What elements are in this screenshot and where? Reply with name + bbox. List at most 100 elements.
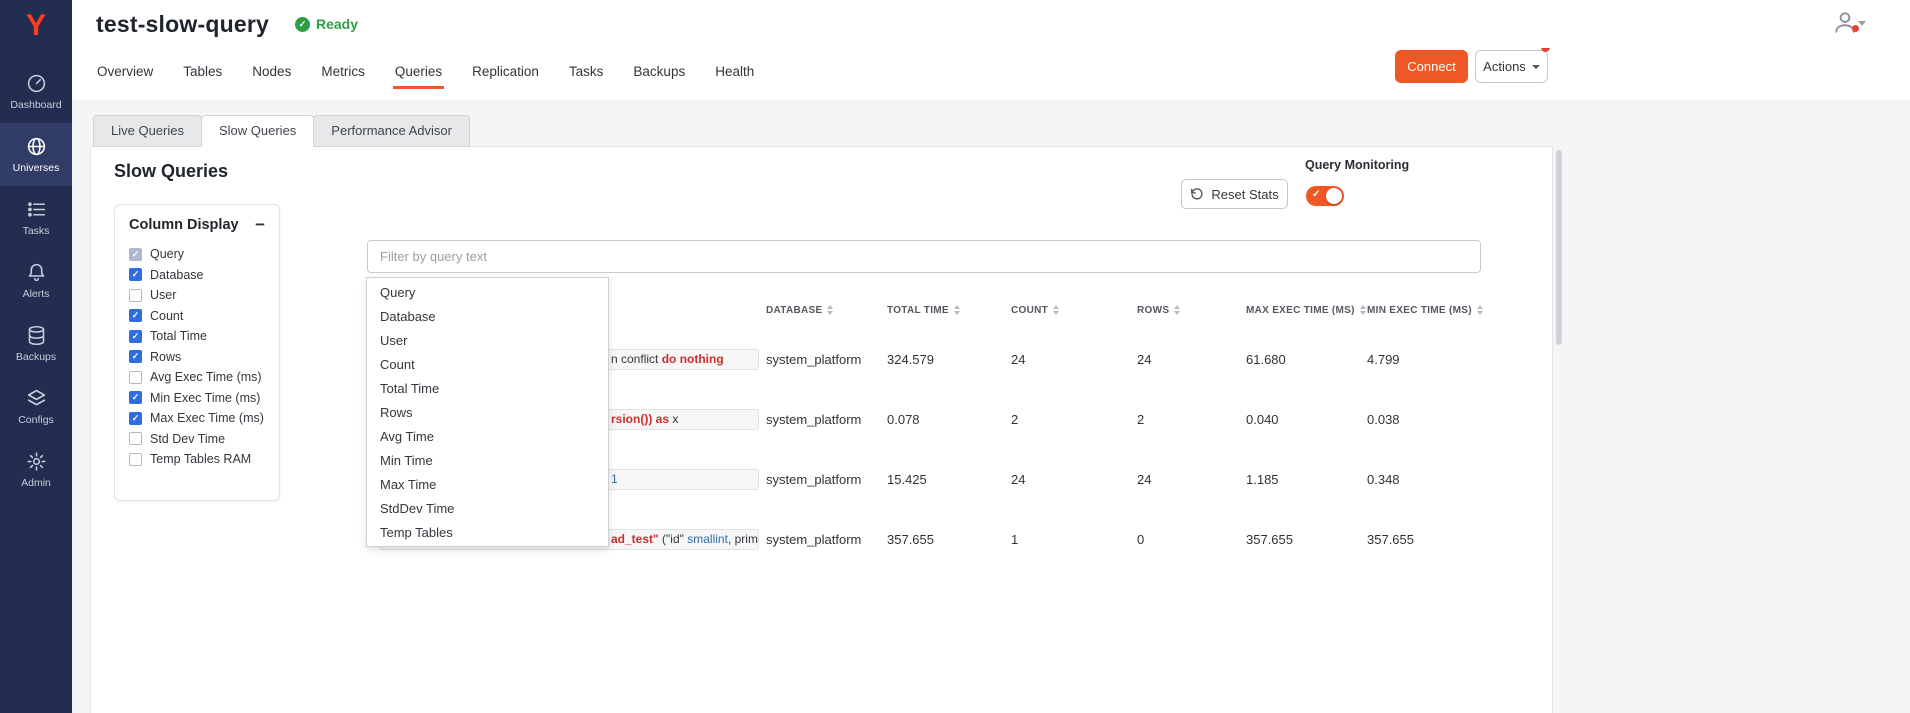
dropdown-option-stddev-time[interactable]: StdDev Time	[367, 497, 608, 521]
tab-replication[interactable]: Replication	[458, 48, 553, 100]
dropdown-option-database[interactable]: Database	[367, 305, 608, 329]
sidebar-item-dashboard[interactable]: Dashboard	[0, 60, 72, 123]
checkbox-icon: ✓	[129, 268, 142, 281]
rows-cell: 24	[1137, 472, 1246, 487]
max-exec-time-cell: 0.040	[1246, 412, 1367, 427]
checkbox-label: Temp Tables RAM	[150, 452, 251, 466]
sidebar-nav: Dashboard Universes Tasks Alerts Backups…	[0, 60, 72, 501]
column-display-card: Column Display − ✓ Query ✓ Database User…	[114, 204, 280, 501]
status-label: Ready	[316, 16, 358, 32]
query-monitoring-toggle[interactable]: ✓	[1306, 186, 1344, 206]
column-header-min-exec-time-ms[interactable]: MIN EXEC TIME (MS)	[1367, 305, 1481, 316]
sidebar-item-alerts[interactable]: Alerts	[0, 249, 72, 312]
column-checkbox-min-exec-time-ms[interactable]: ✓ Min Exec Time (ms)	[129, 388, 265, 409]
tasks-icon	[25, 198, 47, 220]
checkbox-label: Std Dev Time	[150, 432, 225, 446]
alerts-icon	[25, 261, 47, 283]
checkbox-icon: ✓	[129, 391, 142, 404]
column-checkbox-temp-tables-ram[interactable]: Temp Tables RAM	[129, 449, 265, 470]
min-exec-time-cell: 0.038	[1367, 412, 1481, 427]
rows-cell: 24	[1137, 352, 1246, 367]
column-header-total-time[interactable]: TOTAL TIME	[887, 305, 1011, 316]
sidebar-item-label: Configs	[18, 414, 54, 426]
column-checkbox-query[interactable]: ✓ Query	[129, 244, 265, 265]
column-checkbox-count[interactable]: ✓ Count	[129, 306, 265, 327]
actions-button[interactable]: Actions	[1475, 50, 1548, 83]
max-exec-time-cell: 357.655	[1246, 532, 1367, 547]
check-circle-icon: ✓	[295, 17, 310, 32]
column-header-database[interactable]: DATABASE	[766, 305, 887, 316]
checkbox-icon: ✓	[129, 350, 142, 363]
column-checkbox-avg-exec-time-ms[interactable]: Avg Exec Time (ms)	[129, 367, 265, 388]
checkbox-label: Total Time	[150, 329, 207, 343]
tab-nodes[interactable]: Nodes	[238, 48, 305, 100]
tab-health[interactable]: Health	[701, 48, 768, 100]
tab-backups[interactable]: Backups	[619, 48, 699, 100]
dropdown-option-avg-time[interactable]: Avg Time	[367, 425, 608, 449]
filter-dropdown-menu: QueryDatabaseUserCountTotal TimeRowsAvg …	[366, 277, 609, 547]
column-checkbox-database[interactable]: ✓ Database	[129, 265, 265, 286]
column-header-count[interactable]: COUNT	[1011, 305, 1137, 316]
checkbox-icon	[129, 432, 142, 445]
tab-overview[interactable]: Overview	[83, 48, 167, 100]
user-menu[interactable]	[1832, 9, 1866, 39]
subtab-slow-queries[interactable]: Slow Queries	[201, 115, 314, 147]
total-time-cell: 357.655	[887, 532, 1011, 547]
dropdown-option-min-time[interactable]: Min Time	[367, 449, 608, 473]
column-checkbox-max-exec-time-ms[interactable]: ✓ Max Exec Time (ms)	[129, 408, 265, 429]
database-cell: system_platform	[766, 532, 887, 547]
connect-button[interactable]: Connect	[1395, 50, 1468, 83]
panel-title: Slow Queries	[114, 161, 228, 182]
tab-tasks[interactable]: Tasks	[555, 48, 618, 100]
column-header-max-exec-time-ms[interactable]: MAX EXEC TIME (MS)	[1246, 305, 1367, 316]
column-checkbox-rows[interactable]: ✓ Rows	[129, 347, 265, 368]
sidebar-item-label: Backups	[16, 351, 56, 363]
subtab-live-queries[interactable]: Live Queries	[93, 115, 202, 147]
dropdown-option-count[interactable]: Count	[367, 353, 608, 377]
minus-icon[interactable]: −	[255, 218, 265, 232]
max-exec-time-cell: 1.185	[1246, 472, 1367, 487]
dropdown-option-max-time[interactable]: Max Time	[367, 473, 608, 497]
column-checkbox-std-dev-time[interactable]: Std Dev Time	[129, 429, 265, 450]
sidebar-item-admin[interactable]: Admin	[0, 438, 72, 501]
universe-tabbar: OverviewTablesNodesMetricsQueriesReplica…	[72, 48, 1910, 100]
tab-queries[interactable]: Queries	[381, 48, 456, 100]
actions-label: Actions	[1483, 59, 1526, 74]
count-cell: 24	[1011, 352, 1137, 367]
reset-stats-button[interactable]: Reset Stats	[1181, 179, 1288, 209]
column-checkbox-list: ✓ Query ✓ Database User ✓ Count ✓ Total …	[129, 244, 265, 470]
sort-icon	[1360, 305, 1366, 315]
dashboard-icon	[25, 72, 47, 94]
yugabyte-logo-icon[interactable]: Y	[0, 0, 72, 52]
column-checkbox-user[interactable]: User	[129, 285, 265, 306]
sidebar-item-tasks[interactable]: Tasks	[0, 186, 72, 249]
checkbox-label: Count	[150, 309, 183, 323]
backups-icon	[25, 324, 47, 346]
max-exec-time-cell: 61.680	[1246, 352, 1367, 367]
dropdown-option-temp-tables[interactable]: Temp Tables	[367, 521, 608, 545]
sidebar-item-backups[interactable]: Backups	[0, 312, 72, 375]
tab-tables[interactable]: Tables	[169, 48, 236, 100]
tab-metrics[interactable]: Metrics	[307, 48, 379, 100]
min-exec-time-cell: 0.348	[1367, 472, 1481, 487]
subtab-performance-advisor[interactable]: Performance Advisor	[313, 115, 470, 147]
dropdown-option-query[interactable]: Query	[367, 281, 608, 305]
dropdown-option-user[interactable]: User	[367, 329, 608, 353]
query-filter-input[interactable]	[367, 240, 1481, 273]
scrollbar[interactable]	[1556, 150, 1562, 345]
sidebar-item-universes[interactable]: Universes	[0, 123, 72, 186]
check-icon: ✓	[1312, 189, 1320, 200]
column-header-rows[interactable]: ROWS	[1137, 305, 1246, 316]
sidebar-item-configs[interactable]: Configs	[0, 375, 72, 438]
dropdown-option-rows[interactable]: Rows	[367, 401, 608, 425]
database-cell: system_platform	[766, 412, 887, 427]
dropdown-option-total-time[interactable]: Total Time	[367, 377, 608, 401]
checkbox-icon: ✓	[129, 248, 142, 261]
sidebar-item-label: Tasks	[23, 225, 50, 237]
checkbox-icon	[129, 453, 142, 466]
column-checkbox-total-time[interactable]: ✓ Total Time	[129, 326, 265, 347]
configs-icon	[25, 387, 47, 409]
sort-icon	[1477, 305, 1483, 315]
sort-icon	[954, 305, 960, 315]
checkbox-label: Rows	[150, 350, 181, 364]
